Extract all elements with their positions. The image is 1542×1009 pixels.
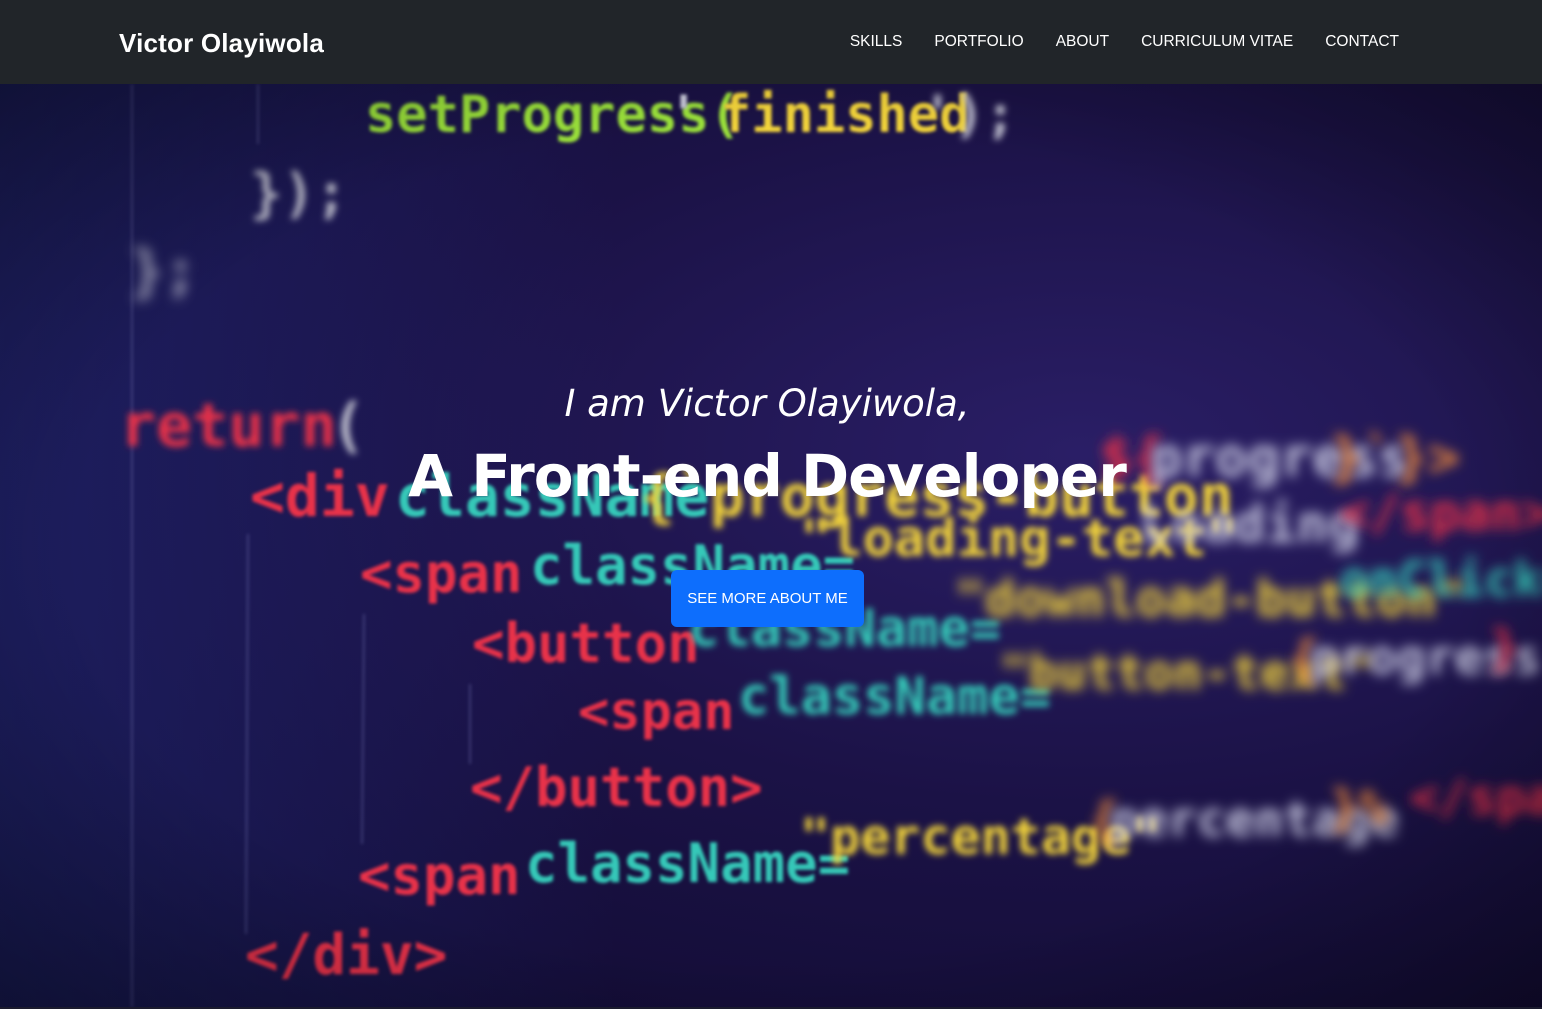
hero-section: setProgress( ' finished '); }); }; retur…	[0, 84, 1542, 1007]
top-navbar: Victor Olayiwola SKILLS PORTFOLIO ABOUT …	[0, 0, 1542, 84]
see-more-about-me-button[interactable]: SEE MORE ABOUT ME	[671, 570, 864, 627]
nav-links: SKILLS PORTFOLIO ABOUT CURRICULUM VITAE …	[850, 31, 1399, 53]
nav-link-portfolio[interactable]: PORTFOLIO	[934, 31, 1023, 53]
nav-link-curriculum-vitae[interactable]: CURRICULUM VITAE	[1141, 31, 1293, 53]
nav-link-contact[interactable]: CONTACT	[1325, 31, 1399, 53]
brand-logo[interactable]: Victor Olayiwola	[119, 26, 324, 60]
hero-content: I am Victor Olayiwola, A Front-end Devel…	[0, 84, 1542, 1007]
hero-intro-text: I am Victor Olayiwola,	[564, 382, 970, 425]
hero-title: A Front-end Developer	[408, 442, 1127, 510]
nav-link-about[interactable]: ABOUT	[1056, 31, 1109, 53]
nav-link-skills[interactable]: SKILLS	[850, 31, 903, 53]
